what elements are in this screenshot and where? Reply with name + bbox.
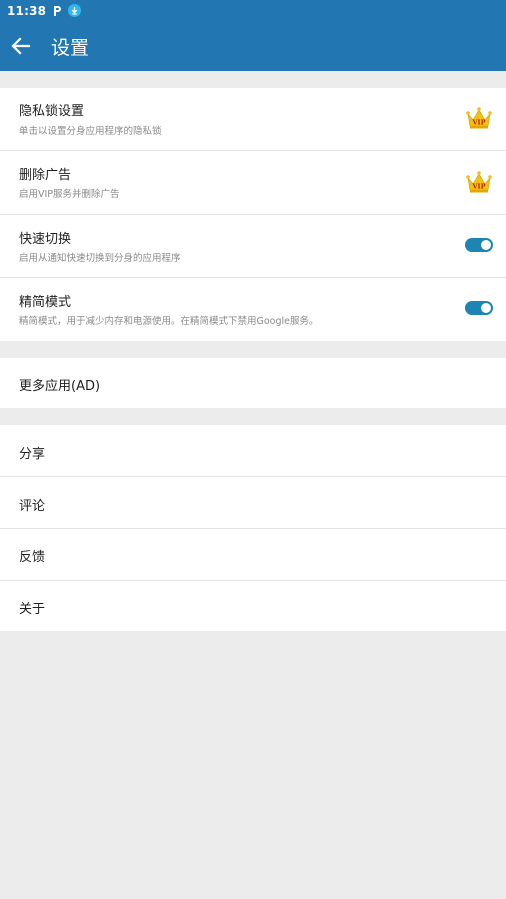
quick-switch-label: 快速切换 — [19, 232, 72, 247]
more-apps-label: 更多应用(AD) — [19, 379, 101, 394]
remove-ads-label: 删除广告 — [19, 168, 72, 183]
p-notification-icon — [52, 5, 62, 17]
quick-switch-toggle[interactable] — [465, 238, 493, 252]
more-apps-item[interactable]: 更多应用(AD) — [0, 358, 506, 408]
quick-switch-desc: 启用从通知快速切换到分身的应用程序 — [19, 253, 181, 264]
privacy-lock-setting[interactable]: 隐私锁设置 单击以设置分身应用程序的隐私锁 VIP — [0, 88, 506, 150]
download-icon — [68, 4, 82, 17]
share-item[interactable]: 分享 — [0, 425, 506, 476]
privacy-lock-desc: 单击以设置分身应用程序的隐私锁 — [19, 126, 162, 137]
toggle-knob — [481, 240, 491, 250]
feedback-item[interactable]: 反馈 — [0, 529, 506, 580]
feedback-label: 反馈 — [19, 550, 46, 565]
quick-switch-setting[interactable]: 快速切换 启用从通知快速切换到分身的应用程序 — [0, 215, 506, 277]
vip-badge-text: VIP — [472, 183, 486, 191]
toggle-knob — [481, 303, 491, 313]
back-button[interactable] — [10, 35, 32, 57]
vip-badge-text: VIP — [472, 119, 486, 127]
arrow-left-icon — [11, 37, 31, 55]
status-bar: 11:38 — [0, 0, 506, 21]
page-title: 设置 — [51, 36, 90, 59]
remove-ads-desc: 启用VIP服务并删除广告 — [19, 189, 120, 200]
about-item[interactable]: 关于 — [0, 581, 506, 631]
status-time: 11:38 — [7, 3, 47, 18]
remove-ads-setting[interactable]: 删除广告 启用VIP服务并删除广告 VIP — [0, 151, 506, 214]
review-item[interactable]: 评论 — [0, 477, 506, 528]
vip-crown-icon: VIP — [466, 171, 492, 193]
lite-mode-desc: 精简模式，用于减少内存和电源使用。在精简模式下禁用Google服务。 — [19, 316, 319, 327]
lite-mode-label: 精简模式 — [19, 295, 72, 310]
share-label: 分享 — [19, 447, 46, 462]
review-label: 评论 — [19, 499, 46, 514]
lite-mode-toggle[interactable] — [465, 301, 493, 315]
vip-crown-icon: VIP — [466, 107, 492, 129]
app-toolbar: 设置 — [0, 21, 506, 71]
lite-mode-setting[interactable]: 精简模式 精简模式，用于减少内存和电源使用。在精简模式下禁用Google服务。 — [0, 278, 506, 341]
privacy-lock-label: 隐私锁设置 — [19, 104, 85, 119]
about-label: 关于 — [19, 602, 46, 617]
